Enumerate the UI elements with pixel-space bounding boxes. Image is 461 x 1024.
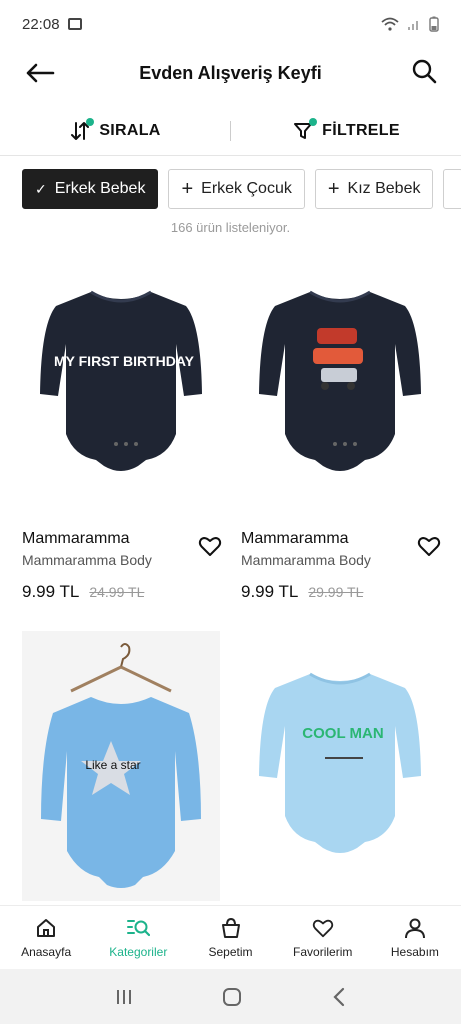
status-time: 22:08	[22, 15, 60, 33]
chip-kiz-bebek[interactable]: + Kız Bebek	[314, 169, 434, 209]
nav-home[interactable]: Anasayfa	[0, 906, 92, 969]
price-row: 9.99 TL 29.99 TL	[241, 582, 439, 602]
chip-erkek-cocuk[interactable]: + Erkek Çocuk	[168, 169, 305, 209]
status-bar: 22:08	[0, 0, 461, 48]
bottom-navigation: Anasayfa Kategoriler Sepetim Favorilerim…	[0, 905, 461, 969]
back-nav-icon[interactable]	[331, 987, 347, 1007]
filter-label: FİLTRELE	[322, 121, 400, 139]
product-old-price: 24.99 TL	[89, 584, 145, 600]
product-brand: Mammaramma	[241, 530, 349, 547]
product-card[interactable]: Mammaramma Mammaramma Body 9.99 TL 29.99…	[241, 250, 441, 602]
search-button[interactable]	[407, 54, 441, 88]
plus-icon: +	[181, 178, 194, 200]
product-name: Mammaramma Body	[241, 552, 371, 568]
product-name: Mammaramma Body	[22, 552, 152, 568]
basket-icon	[221, 917, 240, 938]
sort-active-dot	[86, 117, 95, 126]
status-icons	[381, 16, 439, 32]
product-print-text: COOL MAN	[302, 725, 383, 742]
app-header: Evden Alışveriş Keyfi	[0, 48, 461, 98]
sort-button[interactable]: SIRALA	[0, 117, 230, 142]
heart-icon	[312, 919, 333, 937]
product-print-text: MY FIRST BIRTHDAY	[54, 353, 195, 369]
nav-label: Hesabım	[390, 944, 439, 959]
sort-icon	[69, 117, 95, 142]
sort-label: SIRALA	[99, 121, 161, 139]
product-image[interactable]: Like a star	[22, 631, 220, 901]
home-icon	[37, 918, 56, 937]
filter-icon	[292, 117, 318, 142]
nav-account[interactable]: Hesabım	[369, 906, 461, 969]
heart-icon[interactable]	[198, 534, 222, 558]
chip-label: Erkek Bebek	[54, 180, 146, 197]
gallery-notification-icon	[67, 18, 82, 30]
nav-categories[interactable]: Kategoriler	[92, 906, 184, 969]
check-icon: ✓	[35, 181, 47, 197]
product-price: 9.99 TL	[22, 582, 80, 601]
chip-erkek-bebek[interactable]: ✓ Erkek Bebek	[22, 169, 159, 209]
chip-label: Erkek Çocuk	[201, 180, 292, 197]
product-card[interactable]: Like a star	[22, 631, 220, 901]
filter-active-dot	[309, 117, 318, 126]
home-button-icon[interactable]	[221, 986, 243, 1008]
sort-filter-bar: SIRALA FİLTRELE	[0, 106, 461, 156]
user-icon	[404, 918, 425, 938]
signal-icon	[408, 21, 418, 30]
back-button[interactable]	[20, 56, 60, 90]
product-price: 9.99 TL	[241, 582, 299, 601]
product-image[interactable]: MY FIRST BIRTHDAY	[22, 250, 220, 508]
page-title: Evden Alışveriş Keyfi	[139, 62, 322, 83]
chip-partial[interactable]	[443, 169, 461, 209]
product-old-price: 29.99 TL	[308, 584, 364, 600]
nav-favorites[interactable]: Favorilerim	[277, 906, 369, 969]
chip-label: Kız Bebek	[347, 180, 421, 197]
nav-label: Favorilerim	[293, 944, 353, 959]
wifi-icon	[381, 17, 399, 31]
nav-label: Sepetim	[208, 944, 253, 959]
recent-apps-icon[interactable]	[114, 988, 134, 1006]
nav-label: Kategoriler	[109, 944, 168, 959]
categories-search-icon	[127, 919, 151, 936]
nav-basket[interactable]: Sepetim	[184, 906, 276, 969]
nav-label: Anasayfa	[21, 944, 72, 959]
product-brand: Mammaramma	[22, 530, 130, 547]
category-chips: ✓ Erkek Bebek + Erkek Çocuk + Kız Bebek	[22, 169, 461, 209]
plus-icon: +	[327, 178, 340, 200]
product-print-text: Like a star	[85, 758, 140, 772]
product-card[interactable]: MY FIRST BIRTHDAY Mammaramma Mammaramma …	[22, 250, 222, 602]
arrow-left-icon	[26, 63, 55, 83]
product-card[interactable]: COOL MAN	[241, 631, 439, 901]
battery-icon	[429, 16, 439, 32]
search-icon	[412, 59, 437, 84]
heart-icon[interactable]	[417, 534, 441, 558]
system-navigation-bar	[0, 969, 461, 1024]
result-count: 166 ürün listeleniyor.	[170, 220, 291, 235]
product-image[interactable]: COOL MAN	[241, 631, 439, 901]
product-image[interactable]	[241, 250, 439, 508]
price-row: 9.99 TL 24.99 TL	[22, 582, 220, 602]
filter-button[interactable]: FİLTRELE	[231, 117, 461, 142]
